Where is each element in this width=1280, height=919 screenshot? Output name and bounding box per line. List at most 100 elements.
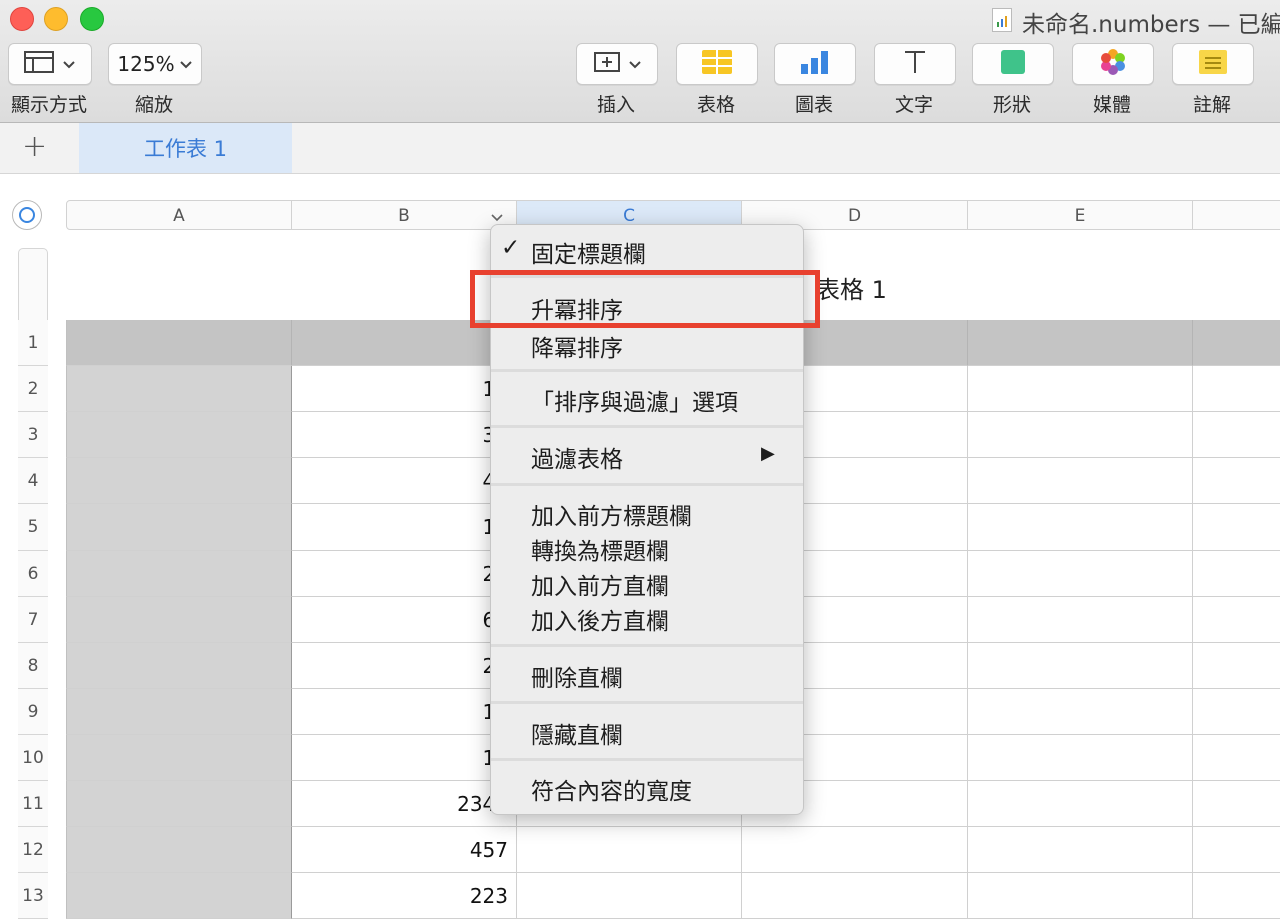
zoom-dropdown[interactable]: 125% [108, 43, 202, 85]
table-cell[interactable] [1193, 366, 1280, 412]
comment-button[interactable] [1172, 43, 1254, 85]
table-cell[interactable] [1193, 643, 1280, 689]
row-header[interactable]: 5 [18, 504, 48, 551]
table-cell[interactable]: 12 [292, 504, 517, 551]
header-column-cell[interactable] [66, 551, 292, 597]
row-header[interactable]: 8 [18, 643, 48, 689]
table-cell[interactable] [742, 827, 968, 873]
menu-item-add-col-after[interactable]: 加入後方直欄 [531, 602, 669, 636]
header-column-cell[interactable] [66, 781, 292, 827]
row-header[interactable]: 11 [18, 781, 48, 827]
table-cell[interactable] [1193, 689, 1280, 735]
select-all-icon[interactable] [12, 200, 42, 230]
row-header[interactable]: 12 [18, 827, 48, 873]
window-title: 未命名.numbers — 已編 [1022, 12, 1280, 38]
table-cell[interactable]: 12 [292, 735, 517, 781]
menu-item-freeze-header[interactable]: 固定標題欄 [531, 235, 646, 269]
row-header[interactable]: 9 [18, 689, 48, 735]
table-cell[interactable]: 12 [292, 689, 517, 735]
menu-item-sort-filter-options[interactable]: 「排序與過濾」選項 [531, 383, 738, 417]
header-column-cell[interactable] [66, 689, 292, 735]
close-button[interactable] [10, 7, 34, 31]
table-cell[interactable]: 25 [292, 551, 517, 597]
table-cell[interactable] [1193, 458, 1280, 504]
header-column-cell[interactable] [66, 597, 292, 643]
header-row-cell[interactable] [1193, 320, 1280, 366]
table-cell[interactable] [968, 781, 1193, 827]
menu-item-filter-table[interactable]: 過濾表格 [531, 440, 623, 474]
table-cell[interactable] [517, 827, 742, 873]
row-header[interactable]: 3 [18, 412, 48, 458]
table-cell[interactable] [1193, 735, 1280, 781]
column-header-f[interactable] [1193, 200, 1280, 230]
column-header-b[interactable]: B [292, 200, 517, 230]
table-cell[interactable]: 457 [292, 827, 517, 873]
table-cell[interactable] [968, 597, 1193, 643]
table-title[interactable]: 表格 1 [816, 270, 887, 305]
row-header[interactable]: 7 [18, 597, 48, 643]
table-cell[interactable]: 67 [292, 597, 517, 643]
menu-item-fit-width[interactable]: 符合內容的寬度 [531, 772, 692, 806]
zoom-button[interactable] [80, 7, 104, 31]
menu-item-hide-col[interactable]: 隱藏直欄 [531, 716, 623, 750]
row-header[interactable]: 1 [18, 320, 48, 366]
table-cell[interactable] [968, 689, 1193, 735]
table-cell[interactable] [742, 873, 968, 919]
table-cell[interactable] [968, 551, 1193, 597]
table-cell[interactable] [968, 412, 1193, 458]
table-cell[interactable]: 34 [292, 412, 517, 458]
header-row-cell[interactable] [66, 320, 292, 366]
table-cell[interactable]: 2345 [292, 781, 517, 827]
header-row-cell[interactable] [968, 320, 1193, 366]
chart-button[interactable] [774, 43, 856, 85]
row-header[interactable]: 10 [18, 735, 48, 781]
column-header-e[interactable]: E [968, 200, 1193, 230]
menu-item-sort-descending[interactable]: 降冪排序 [531, 329, 623, 363]
header-column-cell[interactable] [66, 504, 292, 551]
table-cell[interactable] [1193, 873, 1280, 919]
table-cell[interactable] [968, 827, 1193, 873]
table-cell[interactable] [1193, 504, 1280, 551]
add-sheet-icon[interactable]: + [22, 129, 47, 164]
table-cell[interactable]: 23 [292, 643, 517, 689]
table-cell[interactable] [968, 366, 1193, 412]
menu-item-add-header-col-before[interactable]: 加入前方標題欄 [531, 497, 692, 531]
table-cell[interactable] [1193, 597, 1280, 643]
table-cell[interactable] [968, 458, 1193, 504]
header-column-cell[interactable] [66, 735, 292, 781]
table-cell[interactable] [517, 873, 742, 919]
row-header[interactable]: 4 [18, 458, 48, 504]
table-button[interactable] [676, 43, 758, 85]
table-cell[interactable]: 223 [292, 873, 517, 919]
table-cell[interactable] [1193, 781, 1280, 827]
tab-sheet-1[interactable]: 工作表 1 [79, 123, 292, 173]
row-header[interactable]: 6 [18, 551, 48, 597]
view-button[interactable] [8, 43, 92, 85]
column-header-a[interactable]: A [66, 200, 292, 230]
table-cell[interactable] [968, 643, 1193, 689]
table-cell[interactable] [968, 735, 1193, 781]
menu-item-convert-to-header-col[interactable]: 轉換為標題欄 [531, 532, 669, 566]
header-column-cell[interactable] [66, 412, 292, 458]
media-button[interactable] [1072, 43, 1154, 85]
table-cell[interactable]: 12 [292, 366, 517, 412]
table-cell[interactable] [1193, 551, 1280, 597]
header-column-cell[interactable] [66, 873, 292, 919]
table-cell[interactable]: 45 [292, 458, 517, 504]
shape-button[interactable] [972, 43, 1054, 85]
header-column-cell[interactable] [66, 366, 292, 412]
row-header[interactable]: 2 [18, 366, 48, 412]
table-cell[interactable] [968, 504, 1193, 551]
text-button[interactable] [874, 43, 956, 85]
menu-item-add-col-before[interactable]: 加入前方直欄 [531, 567, 669, 601]
row-header[interactable]: 13 [18, 873, 48, 919]
insert-button[interactable] [576, 43, 658, 85]
table-cell[interactable] [968, 873, 1193, 919]
menu-item-delete-col[interactable]: 刪除直欄 [531, 659, 623, 693]
table-cell[interactable] [1193, 412, 1280, 458]
minimize-button[interactable] [44, 7, 68, 31]
header-column-cell[interactable] [66, 458, 292, 504]
table-cell[interactable] [1193, 827, 1280, 873]
header-column-cell[interactable] [66, 827, 292, 873]
header-column-cell[interactable] [66, 643, 292, 689]
